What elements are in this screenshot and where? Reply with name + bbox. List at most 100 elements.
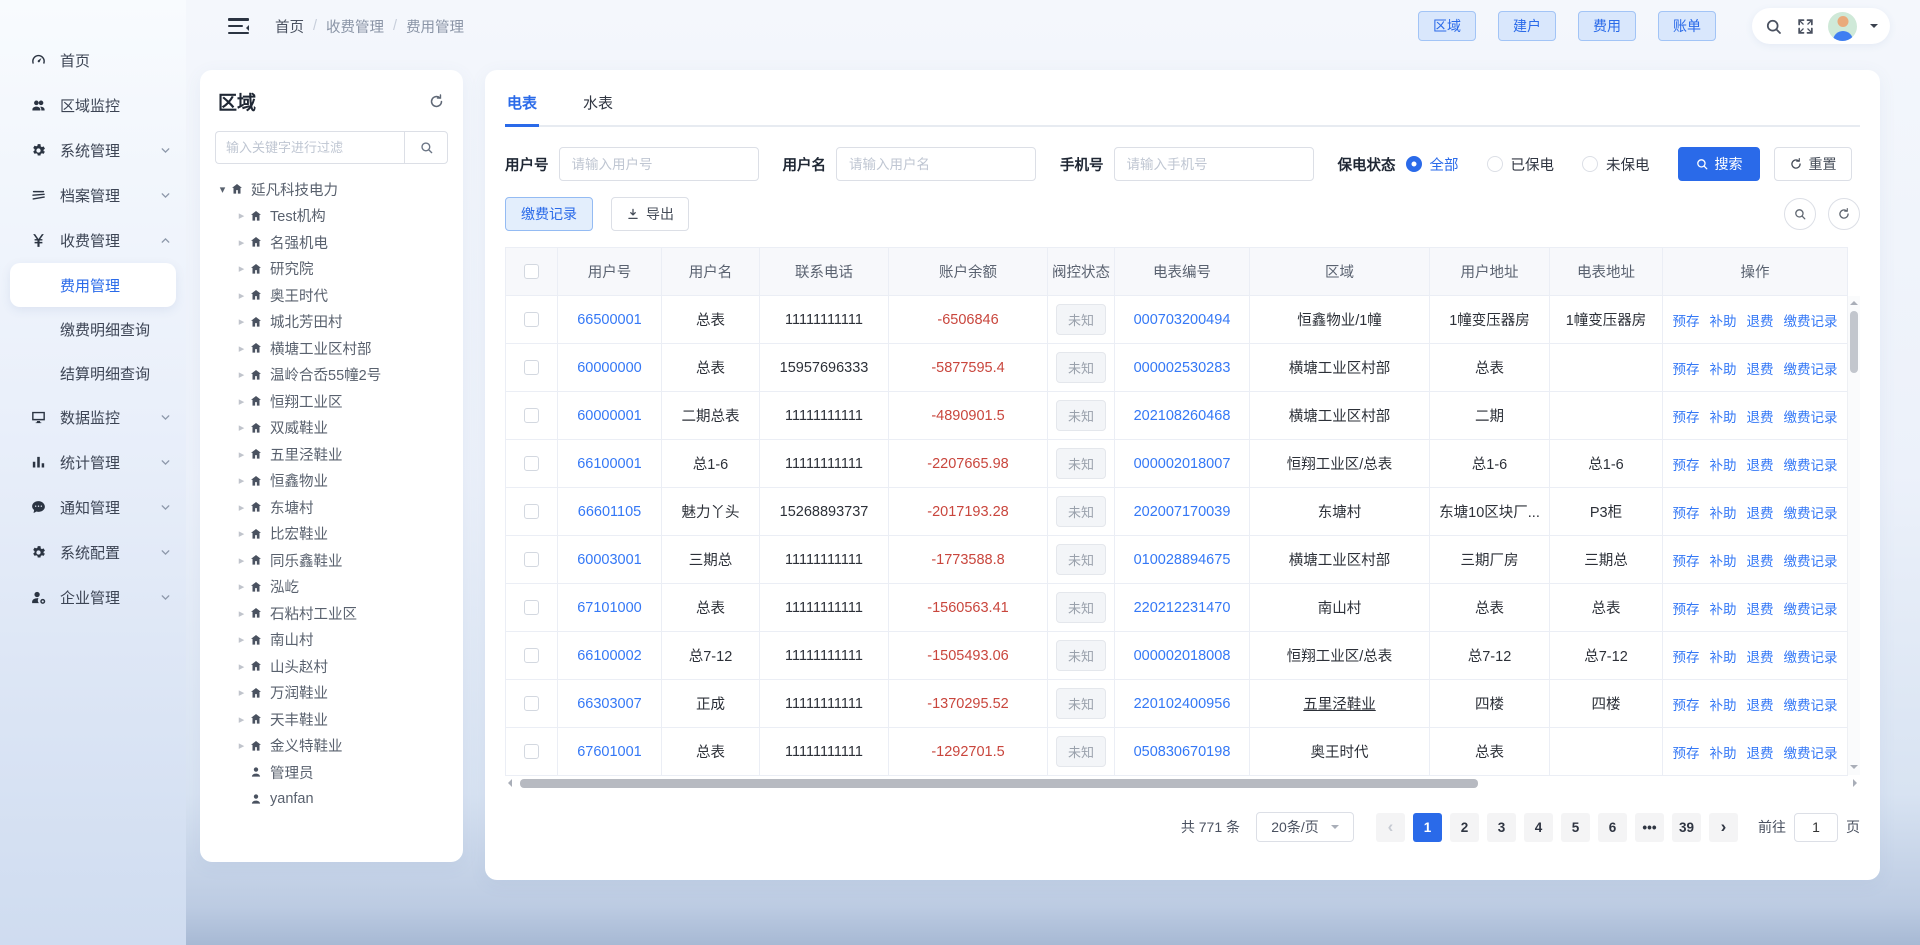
- meter-no-link[interactable]: 000002018007: [1134, 456, 1231, 472]
- tree-expander-icon[interactable]: ▸: [234, 421, 249, 434]
- action-缴费记录[interactable]: 缴费记录: [1784, 550, 1838, 570]
- tree-expander-icon[interactable]: ▸: [234, 554, 249, 567]
- user-no-link[interactable]: 66500001: [577, 312, 642, 328]
- action-补助[interactable]: 补助: [1710, 406, 1737, 426]
- user-no-link[interactable]: 60000001: [577, 408, 642, 424]
- tree-filter-input[interactable]: [215, 131, 404, 164]
- breadcrumb-charge-mgmt[interactable]: 收费管理: [326, 16, 384, 37]
- tree-expander-icon[interactable]: ▸: [234, 395, 249, 408]
- tree-node-恒鑫物业[interactable]: ▸恒鑫物业: [215, 468, 448, 495]
- user-no-link[interactable]: 66100001: [577, 456, 642, 472]
- tree-node-奥王时代[interactable]: ▸奥王时代: [215, 282, 448, 309]
- scroll-up-icon[interactable]: [1850, 301, 1858, 305]
- user-no-link[interactable]: 60000000: [577, 360, 642, 376]
- reset-button[interactable]: 重置: [1774, 147, 1852, 181]
- tree-expander-icon[interactable]: ▸: [234, 501, 249, 514]
- phone-input[interactable]: [1114, 147, 1314, 181]
- meter-no-link[interactable]: 202108260468: [1134, 408, 1231, 424]
- tree-node-天丰鞋业[interactable]: ▸天丰鞋业: [215, 706, 448, 733]
- row-checkbox[interactable]: [524, 552, 539, 567]
- sidebar-item-通知管理[interactable]: 通知管理: [0, 485, 186, 530]
- tree-node-Test机构[interactable]: ▸Test机构: [215, 203, 448, 230]
- action-缴费记录[interactable]: 缴费记录: [1784, 406, 1838, 426]
- page-button-2[interactable]: 2: [1450, 813, 1479, 842]
- action-预存[interactable]: 预存: [1673, 502, 1700, 522]
- action-预存[interactable]: 预存: [1673, 358, 1700, 378]
- tree-node-恒翔工业区[interactable]: ▸恒翔工业区: [215, 388, 448, 415]
- action-缴费记录[interactable]: 缴费记录: [1784, 646, 1838, 666]
- tree-expander-icon[interactable]: ▸: [234, 289, 249, 302]
- tree-expander-icon[interactable]: ▾: [215, 183, 230, 196]
- page-button-1[interactable]: 1: [1413, 813, 1442, 842]
- action-缴费记录[interactable]: 缴费记录: [1784, 310, 1838, 330]
- sidebar-subitem-费用管理[interactable]: 费用管理: [10, 263, 176, 307]
- sidebar-item-统计管理[interactable]: 统计管理: [0, 440, 186, 485]
- tree-expander-icon[interactable]: ▸: [234, 660, 249, 673]
- action-预存[interactable]: 预存: [1673, 454, 1700, 474]
- sidebar-item-首页[interactable]: 首页: [0, 38, 186, 83]
- action-缴费记录[interactable]: 缴费记录: [1784, 454, 1838, 474]
- page-button-39[interactable]: 39: [1672, 813, 1701, 842]
- action-缴费记录[interactable]: 缴费记录: [1784, 502, 1838, 522]
- action-缴费记录[interactable]: 缴费记录: [1784, 742, 1838, 762]
- meter-no-link[interactable]: 220102400956: [1134, 696, 1231, 712]
- action-预存[interactable]: 预存: [1673, 550, 1700, 570]
- action-预存[interactable]: 预存: [1673, 598, 1700, 618]
- vertical-scroll-thumb[interactable]: [1850, 311, 1858, 373]
- table-search-button[interactable]: [1784, 198, 1816, 230]
- tree-search-button[interactable]: [404, 131, 448, 164]
- sidebar-item-系统配置[interactable]: 系统配置: [0, 530, 186, 575]
- row-checkbox[interactable]: [524, 504, 539, 519]
- tree-expander-icon[interactable]: ▸: [234, 713, 249, 726]
- page-button-5[interactable]: 5: [1561, 813, 1590, 842]
- pay-records-button[interactable]: 缴费记录: [505, 197, 593, 231]
- tree-expander-icon[interactable]: ▸: [234, 474, 249, 487]
- caret-down-icon[interactable]: [1870, 24, 1878, 32]
- tree-node-城北芳田村[interactable]: ▸城北芳田村: [215, 309, 448, 336]
- export-button[interactable]: 导出: [611, 197, 689, 231]
- row-checkbox[interactable]: [524, 312, 539, 327]
- tree-user-管理员[interactable]: 管理员: [215, 759, 448, 786]
- tree-expander-icon[interactable]: ▸: [234, 448, 249, 461]
- action-退费[interactable]: 退费: [1747, 550, 1774, 570]
- tree-node-南山村[interactable]: ▸南山村: [215, 627, 448, 654]
- action-退费[interactable]: 退费: [1747, 406, 1774, 426]
- meter-no-link[interactable]: 220212231470: [1134, 600, 1231, 616]
- meter-no-link[interactable]: 050830670198: [1134, 744, 1231, 760]
- tree-node-横塘工业区村部[interactable]: ▸横塘工业区村部: [215, 335, 448, 362]
- sidebar-item-收费管理[interactable]: 收费管理: [0, 218, 186, 263]
- action-补助[interactable]: 补助: [1710, 598, 1737, 618]
- action-补助[interactable]: 补助: [1710, 310, 1737, 330]
- tree-expander-icon[interactable]: ▸: [234, 607, 249, 620]
- sidebar-item-系统管理[interactable]: 系统管理: [0, 128, 186, 173]
- tree-node-比宏鞋业[interactable]: ▸比宏鞋业: [215, 521, 448, 548]
- tree-expander-icon[interactable]: ▸: [234, 739, 249, 752]
- fullscreen-icon[interactable]: [1796, 17, 1815, 36]
- action-预存[interactable]: 预存: [1673, 742, 1700, 762]
- action-退费[interactable]: 退费: [1747, 310, 1774, 330]
- quick-button-fee[interactable]: 费用: [1578, 11, 1636, 41]
- meter-no-link[interactable]: 202007170039: [1134, 504, 1231, 520]
- goto-page-input[interactable]: [1794, 813, 1838, 842]
- action-补助[interactable]: 补助: [1710, 550, 1737, 570]
- tree-node-山头赵村[interactable]: ▸山头赵村: [215, 653, 448, 680]
- tree-node-万润鞋业[interactable]: ▸万润鞋业: [215, 680, 448, 707]
- page-button-3[interactable]: 3: [1487, 813, 1516, 842]
- sidebar-item-区域监控[interactable]: 区域监控: [0, 83, 186, 128]
- action-缴费记录[interactable]: 缴费记录: [1784, 358, 1838, 378]
- scroll-left-icon[interactable]: [508, 779, 512, 787]
- horizontal-scroll-thumb[interactable]: [520, 779, 1478, 788]
- action-预存[interactable]: 预存: [1673, 646, 1700, 666]
- tree-node-石粘村工业区[interactable]: ▸石粘村工业区: [215, 600, 448, 627]
- quick-button-create-account[interactable]: 建户: [1498, 11, 1556, 41]
- tree-expander-icon[interactable]: ▸: [234, 209, 249, 222]
- sidebar-item-数据监控[interactable]: 数据监控: [0, 395, 186, 440]
- tree-expander-icon[interactable]: ▸: [234, 236, 249, 249]
- action-退费[interactable]: 退费: [1747, 358, 1774, 378]
- user-no-link[interactable]: 67101000: [577, 600, 642, 616]
- tab-water-meter[interactable]: 水表: [581, 87, 615, 125]
- meter-no-link[interactable]: 000002018008: [1134, 648, 1231, 664]
- tree-expander-icon[interactable]: ▸: [234, 686, 249, 699]
- radio-all[interactable]: 全部: [1406, 154, 1459, 175]
- user-no-link[interactable]: 60003001: [577, 552, 642, 568]
